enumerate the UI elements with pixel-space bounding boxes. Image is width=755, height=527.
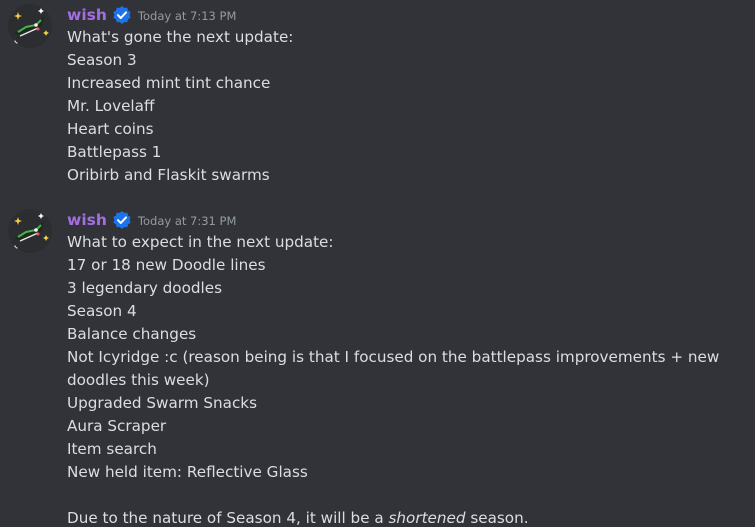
- timestamp: Today at 7:13 PM: [137, 9, 237, 23]
- message-header: wish Today at 7:13 PM: [67, 4, 236, 26]
- closing-text-end: season.: [465, 509, 529, 527]
- sparkle-dragon-icon: [8, 209, 52, 253]
- message-line: Aura Scraper: [67, 417, 167, 435]
- verified-badge-icon: [112, 210, 132, 230]
- message-header: wish Today at 7:31 PM: [67, 209, 236, 231]
- message-line: What to expect in the next update:: [67, 233, 334, 251]
- message-content: What's gone the next update: Season 3 In…: [67, 26, 753, 187]
- message-line: Not Icyridge :c (reason being is that I …: [67, 348, 720, 389]
- sparkle-dragon-icon: [8, 4, 52, 48]
- message-closing-line: Due to the nature of Season 4, it will b…: [67, 507, 753, 527]
- message-line: New held item: Reflective Glass: [67, 463, 308, 481]
- message-line: Mr. Lovelaff: [67, 97, 155, 115]
- message-line: Item search: [67, 440, 157, 458]
- message-line: Season 3: [67, 51, 137, 69]
- message-line: Battlepass 1: [67, 143, 162, 161]
- username[interactable]: wish: [67, 6, 107, 24]
- closing-text: Due to the nature of Season 4, it will b…: [67, 509, 389, 527]
- message-line: Increased mint tint chance: [67, 74, 271, 92]
- emphasis-text: shortened: [388, 509, 466, 527]
- timestamp: Today at 7:31 PM: [137, 214, 237, 228]
- avatar[interactable]: [8, 209, 52, 253]
- message-line: Season 4: [67, 302, 137, 320]
- message-line: What's gone the next update:: [67, 28, 294, 46]
- message-line: Balance changes: [67, 325, 197, 343]
- avatar[interactable]: [8, 4, 52, 48]
- message-line: Heart coins: [67, 120, 154, 138]
- message-line: Oribirb and Flaskit swarms: [67, 166, 270, 184]
- message-line: Upgraded Swarm Snacks: [67, 394, 257, 412]
- message-line: 17 or 18 new Doodle lines: [67, 256, 266, 274]
- username[interactable]: wish: [67, 211, 107, 229]
- message-content: What to expect in the next update: 17 or…: [67, 231, 753, 527]
- verified-badge-icon: [112, 5, 132, 25]
- message-line: 3 legendary doodles: [67, 279, 223, 297]
